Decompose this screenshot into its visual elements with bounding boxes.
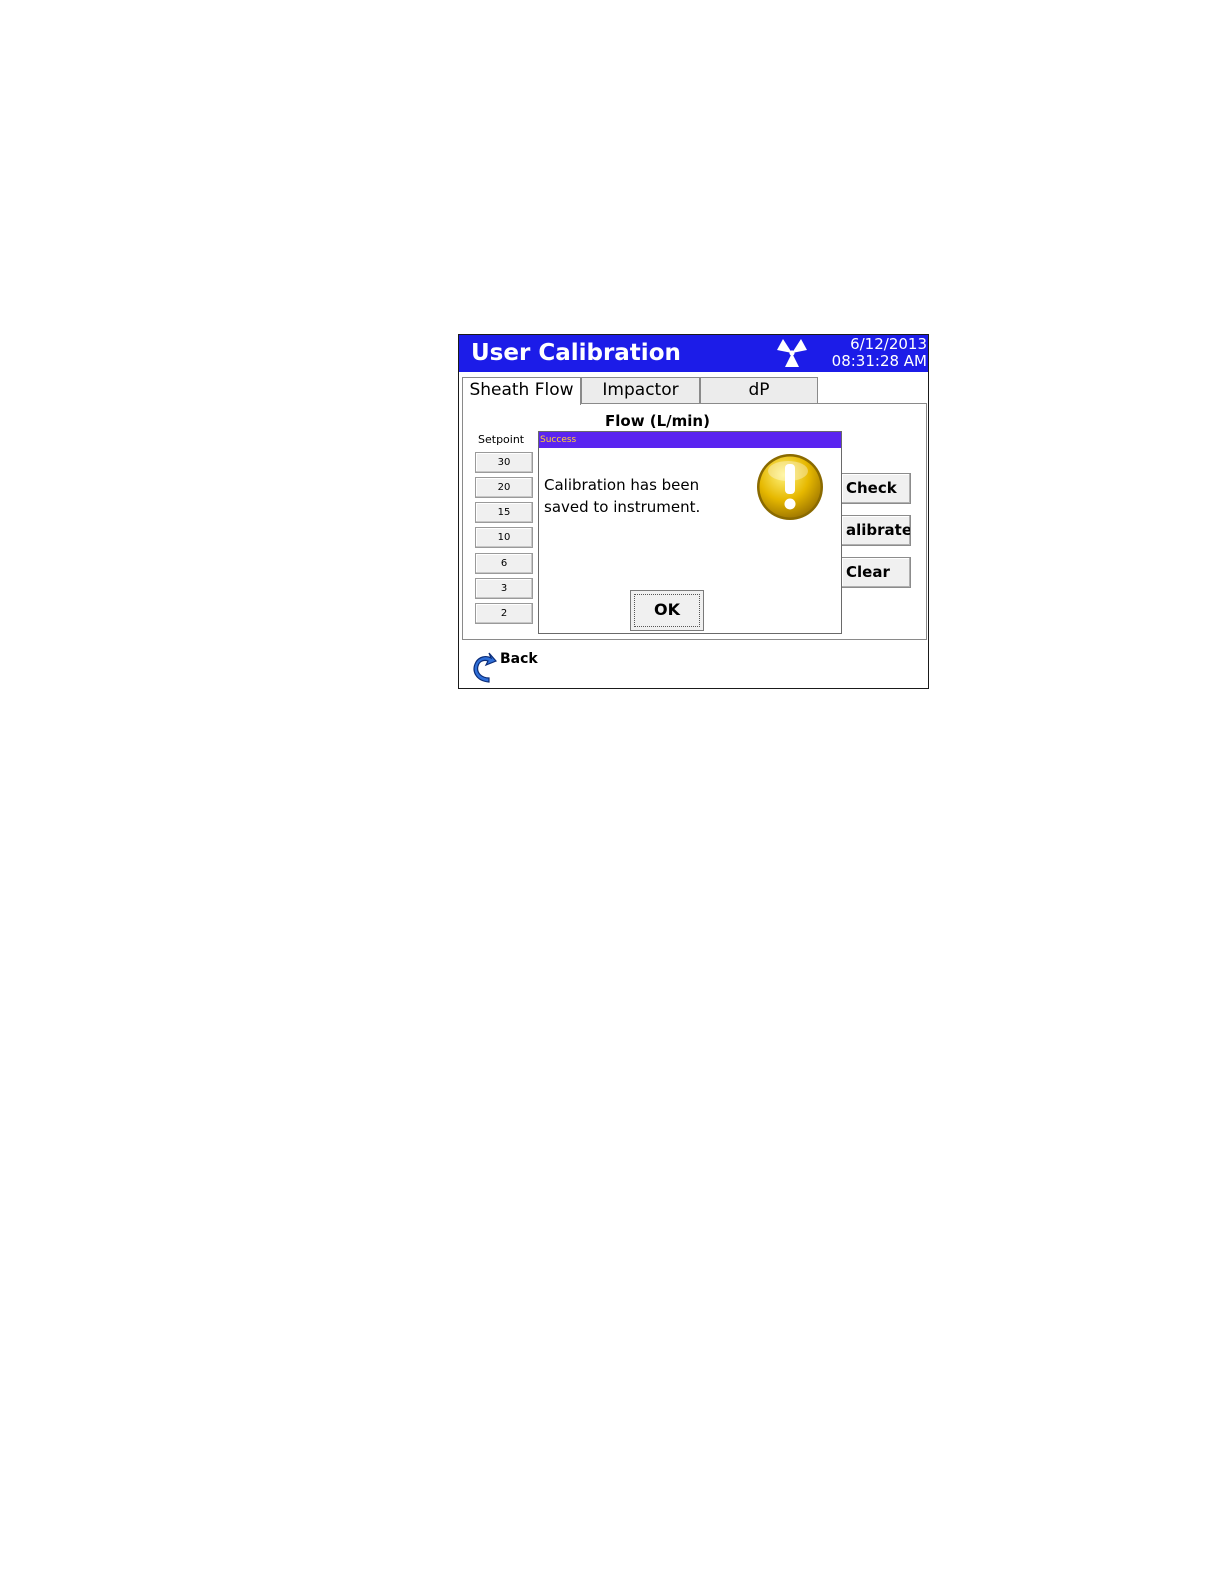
- device-screen: User Calibration 6/12/2013 08:31:28 AM S…: [458, 334, 929, 689]
- calibrate-button[interactable]: alibrate: [841, 515, 911, 546]
- clear-button[interactable]: Clear: [841, 557, 911, 588]
- warning-icon: [757, 454, 823, 520]
- setpoint-label: Setpoint: [478, 433, 525, 446]
- setpoint-button-15[interactable]: 15: [475, 502, 533, 523]
- title-bar: User Calibration 6/12/2013 08:31:28 AM: [459, 335, 928, 372]
- app-title: User Calibration: [471, 340, 681, 366]
- tab-impactor-flow[interactable]: Impactor Flow: [581, 377, 700, 425]
- flow-heading: Flow (L/min): [605, 412, 710, 430]
- time-text: 08:31:28 AM: [831, 352, 927, 370]
- datetime-display: 6/12/2013 08:31:28 AM: [832, 336, 927, 370]
- date-text: 6/12/2013: [850, 335, 927, 353]
- setpoint-button-30[interactable]: 30: [475, 452, 533, 473]
- dialog-message-line-1: Calibration has been: [544, 476, 700, 494]
- setpoint-button-6[interactable]: 6: [475, 553, 533, 574]
- setpoint-button-20[interactable]: 20: [475, 477, 533, 498]
- dialog-title: Success: [539, 432, 841, 448]
- tab-sheath-flow[interactable]: Sheath Flow: [462, 377, 581, 405]
- setpoint-button-10[interactable]: 10: [475, 527, 533, 548]
- check-button[interactable]: Check: [841, 473, 911, 504]
- back-button[interactable]: Back: [500, 651, 538, 667]
- ok-button[interactable]: OK: [630, 590, 704, 631]
- success-dialog: Success Calibration has been saved to in…: [538, 431, 842, 634]
- tab-dp[interactable]: dP: [700, 377, 818, 404]
- radiation-icon: [777, 339, 807, 367]
- setpoint-button-3[interactable]: 3: [475, 578, 533, 599]
- setpoint-button-2[interactable]: 2: [475, 603, 533, 624]
- back-arrow-icon[interactable]: [467, 651, 497, 685]
- dialog-message-line-2: saved to instrument.: [544, 498, 701, 516]
- focus-rect: [634, 594, 700, 627]
